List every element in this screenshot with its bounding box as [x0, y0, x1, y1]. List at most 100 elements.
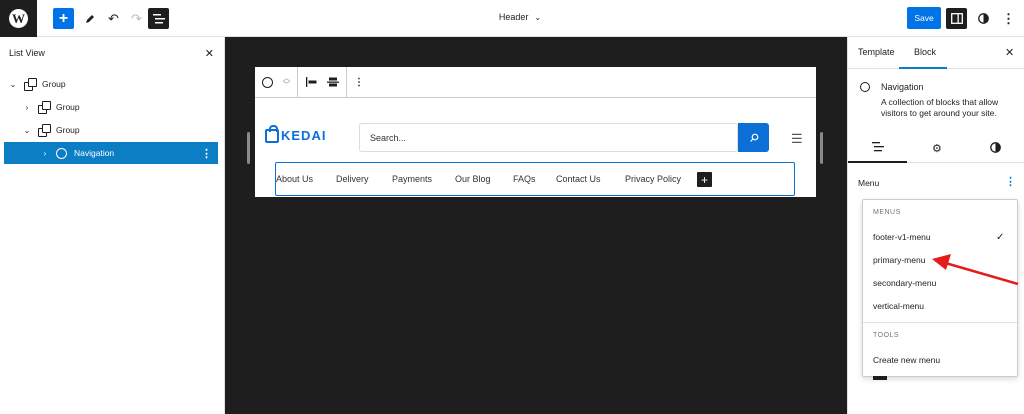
- close-icon[interactable]: ✕: [205, 47, 214, 60]
- add-block-button[interactable]: +: [53, 8, 74, 29]
- tab-block[interactable]: Block: [914, 47, 936, 57]
- logo-text: KEDAI: [281, 128, 327, 143]
- nav-link[interactable]: Privacy Policy: [625, 174, 681, 184]
- nav-link[interactable]: About Us: [276, 174, 313, 184]
- tools-heading: TOOLS: [873, 332, 900, 339]
- menu-option[interactable]: primary-menu: [873, 255, 925, 265]
- list-item-label: Group: [56, 102, 80, 112]
- chevron-right-icon[interactable]: ›: [40, 149, 50, 158]
- template-part-frame: ︿ ﹀ ⋮ KEDAI Search... ☰ About Us Deliver…: [255, 66, 816, 197]
- search-button[interactable]: [738, 123, 769, 152]
- group-icon: [24, 78, 37, 91]
- wordpress-logo-button[interactable]: W: [0, 0, 37, 37]
- list-view-icon: [152, 13, 165, 23]
- tools-button[interactable]: [79, 8, 100, 29]
- navigation-icon: [860, 82, 870, 92]
- close-icon[interactable]: ✕: [1005, 46, 1014, 59]
- pencil-icon: [85, 14, 94, 23]
- chevron-down-icon: ⌄: [534, 13, 542, 22]
- undo-icon: ↶: [108, 10, 119, 26]
- chevron-down-icon[interactable]: ⌄: [22, 126, 32, 135]
- site-header: KEDAI Search... ☰: [255, 121, 816, 161]
- list-view-panel: List View ✕ ⌄ Group › Group ⌄ Group › Na…: [0, 37, 225, 414]
- list-item[interactable]: › Group: [22, 96, 80, 118]
- resize-handle-left[interactable]: [247, 132, 250, 164]
- sidebar-icon: [950, 13, 963, 24]
- partially-hidden-control: [873, 376, 887, 380]
- search-icon: [749, 133, 758, 142]
- editor-canvas: ︿ ﹀ ⋮ KEDAI Search... ☰ About Us Deliver…: [225, 37, 847, 414]
- shopping-bag-icon: [265, 124, 279, 143]
- list-item[interactable]: ⌄ Group: [8, 73, 66, 95]
- list-item-navigation[interactable]: › Navigation ⋮: [4, 142, 218, 164]
- block-toolbar: ︿ ﹀ ⋮: [255, 66, 816, 98]
- block-toolbar-options: ⋮: [347, 67, 371, 98]
- document-title: Header: [498, 12, 529, 22]
- list-view-title: List View: [9, 48, 45, 58]
- menu-options-button[interactable]: ⋮: [1005, 175, 1016, 188]
- menu-option[interactable]: vertical-menu: [873, 301, 924, 311]
- contrast-icon: [978, 13, 989, 24]
- plus-icon: +: [700, 172, 708, 187]
- navigation-icon: [56, 147, 67, 159]
- list-item-label: Group: [42, 79, 66, 89]
- chevron-right-icon[interactable]: ›: [22, 103, 32, 112]
- active-subtab-indicator: [848, 161, 907, 163]
- menus-heading: MENUS: [873, 209, 901, 216]
- checkmark-icon: ✓: [996, 232, 1005, 243]
- inspector-subtabs: ⚙: [848, 133, 1024, 163]
- redo-button[interactable]: ↷: [126, 8, 147, 29]
- navigation-icon[interactable]: [262, 76, 273, 88]
- list-item-label: Group: [56, 125, 80, 135]
- redo-icon: ↷: [131, 10, 142, 26]
- list-item[interactable]: ⌄ Group: [22, 119, 80, 141]
- nav-link[interactable]: FAQs: [513, 174, 536, 184]
- styles-button[interactable]: [973, 8, 994, 29]
- settings-gear-icon[interactable]: ⚙: [932, 142, 942, 155]
- list-view-header: List View ✕: [0, 37, 224, 69]
- chevron-down-icon[interactable]: ⌄: [8, 80, 18, 89]
- search-input[interactable]: Search...: [359, 123, 738, 152]
- chevron-up-icon[interactable]: ︿: [283, 75, 290, 82]
- settings-toggle[interactable]: [946, 8, 967, 29]
- hamburger-menu-icon[interactable]: ☰: [791, 131, 803, 147]
- save-button[interactable]: Save: [907, 7, 941, 29]
- group-icon: [38, 124, 51, 137]
- top-toolbar: W + ↶ ↷ Header ⌄ Save ⋮: [0, 0, 1024, 37]
- inspector-tabs: Template Block ✕: [848, 37, 1024, 69]
- chevron-down-icon[interactable]: ﹀: [283, 82, 290, 89]
- vertical-align-icon[interactable]: [327, 77, 339, 87]
- justify-left-icon[interactable]: [305, 77, 317, 87]
- tab-template[interactable]: Template: [858, 47, 895, 57]
- block-toolbar-switcher: ︿ ﹀: [255, 66, 298, 98]
- nav-link[interactable]: Contact Us: [556, 174, 601, 184]
- navigation-block[interactable]: About Us Delivery Payments Our Blog FAQs…: [275, 162, 795, 196]
- block-mover[interactable]: ︿ ﹀: [283, 75, 290, 89]
- document-title-dropdown[interactable]: Header ⌄: [470, 12, 570, 22]
- menu-option[interactable]: footer-v1-menu: [873, 232, 931, 242]
- more-vertical-icon: ⋮: [1002, 10, 1015, 26]
- site-logo[interactable]: KEDAI: [265, 124, 327, 143]
- list-view-toggle[interactable]: [148, 8, 169, 29]
- active-tab-indicator: [899, 67, 947, 69]
- nav-link[interactable]: Delivery: [336, 174, 369, 184]
- plus-icon: +: [58, 9, 69, 27]
- menu-option[interactable]: secondary-menu: [873, 278, 936, 288]
- options-button[interactable]: ⋮: [998, 8, 1019, 29]
- search-placeholder: Search...: [370, 132, 407, 143]
- list-item-label: Navigation: [74, 148, 115, 158]
- resize-handle-right[interactable]: [820, 132, 823, 164]
- block-description: A collection of blocks that allow visito…: [881, 97, 999, 118]
- more-vertical-icon[interactable]: ⋮: [201, 147, 212, 160]
- group-icon: [38, 101, 51, 114]
- list-view-tab-icon[interactable]: [872, 142, 884, 155]
- add-nav-item-button[interactable]: +: [697, 172, 712, 187]
- styles-contrast-icon[interactable]: [990, 142, 1001, 156]
- more-vertical-icon[interactable]: ⋮: [354, 77, 364, 88]
- nav-link[interactable]: Our Blog: [455, 174, 491, 184]
- nav-link[interactable]: Payments: [392, 174, 432, 184]
- menu-label: Menu: [858, 178, 880, 188]
- undo-button[interactable]: ↶: [103, 8, 124, 29]
- create-new-menu-option[interactable]: Create new menu: [873, 355, 940, 365]
- menu-dropdown: MENUS footer-v1-menu ✓ primary-menu seco…: [862, 199, 1018, 377]
